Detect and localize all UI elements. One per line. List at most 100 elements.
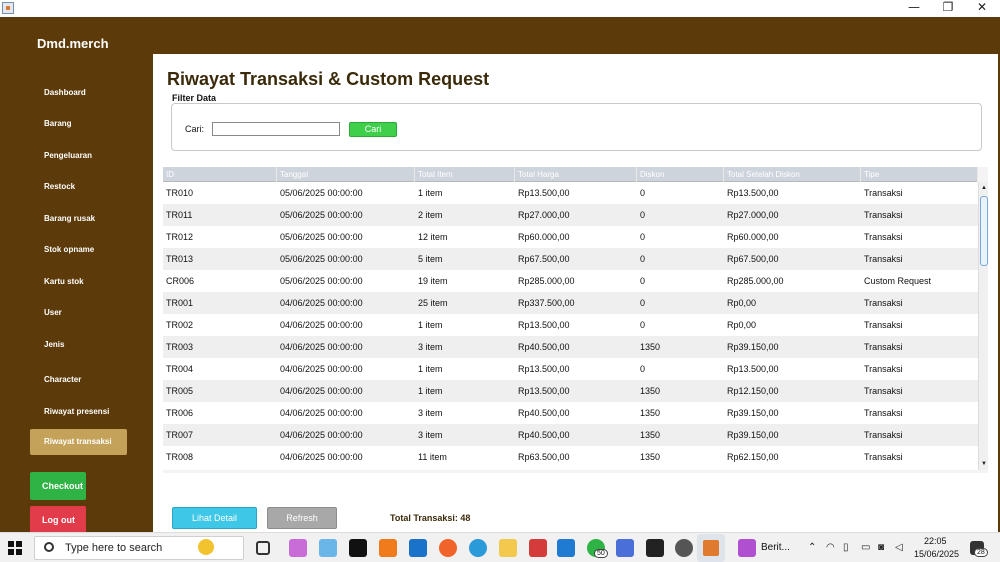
scroll-down-icon[interactable]: ▼: [979, 458, 989, 470]
logout-label: Log out: [42, 515, 75, 525]
search-button[interactable]: Cari: [349, 122, 397, 137]
minimize-button[interactable]: —: [897, 0, 931, 17]
scroll-thumb[interactable]: [980, 196, 988, 266]
cell-diskon: 1350: [640, 386, 661, 396]
nav-item-user[interactable]: User: [44, 308, 62, 317]
cell-id: TR002: [166, 320, 194, 330]
windows-start-icon[interactable]: [8, 541, 22, 555]
task-view-icon[interactable]: [256, 541, 270, 555]
scroll-up-icon[interactable]: ▲: [979, 182, 989, 194]
cell-tanggal: 05/06/2025 00:00:00: [280, 276, 363, 286]
nav-item-barang-rusak[interactable]: Barang rusak: [44, 214, 95, 223]
cell-total-setelah-diskon: Rp13.500,00: [727, 364, 779, 374]
news-app-label[interactable]: Berit...: [761, 542, 790, 553]
cell-total-setelah-diskon: Rp62.150,00: [727, 452, 779, 462]
maximize-button[interactable]: ❐: [931, 0, 965, 17]
column-header-diskon[interactable]: Diskon: [637, 167, 724, 182]
column-header-tipe[interactable]: Tipe: [861, 167, 978, 182]
edge-icon[interactable]: [469, 539, 487, 557]
table-row[interactable]: TR007 04/06/2025 00:00:00 3 item Rp40.500,0…: [163, 424, 978, 446]
cell-tipe: Transaksi: [864, 430, 903, 440]
outlook-icon[interactable]: [409, 539, 427, 557]
capcut-icon[interactable]: [646, 539, 664, 557]
cell-diskon: 0: [640, 364, 646, 374]
xampp-icon[interactable]: [379, 539, 397, 557]
table-row[interactable]: TR012 05/06/2025 00:00:00 12 item Rp60.000,…: [163, 226, 978, 248]
nav-item-pengeluaran[interactable]: Pengeluaran: [44, 151, 92, 160]
table-row[interactable]: TR006 04/06/2025 00:00:00 3 item Rp40.500,0…: [163, 402, 978, 424]
volume-icon[interactable]: ◁: [895, 542, 903, 553]
column-header-total-item[interactable]: Total Item: [415, 167, 515, 182]
settings-gear-icon[interactable]: [675, 539, 693, 557]
column-header-total-harga[interactable]: Total Harga: [515, 167, 637, 182]
clock-date[interactable]: 15/06/2025: [914, 549, 959, 559]
table-row[interactable]: TR004 04/06/2025 00:00:00 1 item Rp13.500,0…: [163, 358, 978, 380]
cell-id: TR006: [166, 408, 194, 418]
battery-icon[interactable]: ▯: [843, 542, 849, 553]
column-header-tanggal[interactable]: Tanggal: [277, 167, 415, 182]
firefox-icon[interactable]: [439, 539, 457, 557]
wifi-icon[interactable]: ◠: [826, 542, 835, 553]
cell-id: TR007: [166, 430, 194, 440]
app-window: Dmd.merch Dashboard Barang Pengeluaran R…: [0, 17, 1000, 534]
checkout-button[interactable]: Checkout: [30, 472, 86, 500]
news-app-icon[interactable]: [738, 539, 756, 557]
tray-chevron-up-icon[interactable]: ⌃: [808, 542, 816, 553]
table-row[interactable]: TR002 04/06/2025 00:00:00 1 item Rp13.500,0…: [163, 314, 978, 336]
column-header-id[interactable]: ID: [163, 167, 277, 182]
cell-tipe: Transaksi: [864, 408, 903, 418]
terminal-icon[interactable]: [349, 539, 367, 557]
cell-tipe: Transaksi: [864, 298, 903, 308]
cell-id: TR005: [166, 386, 194, 396]
table-scrollbar[interactable]: ▲ ▼: [978, 182, 988, 470]
logout-button[interactable]: Log out: [30, 506, 86, 534]
refresh-button[interactable]: Refresh: [267, 507, 337, 529]
nav-item-restock[interactable]: Restock: [44, 182, 75, 191]
display-icon[interactable]: ▭: [861, 542, 870, 553]
cell-diskon: 0: [640, 232, 646, 242]
search-input[interactable]: [212, 122, 340, 136]
cell-id: TR012: [166, 232, 194, 242]
cell-tipe: Transaksi: [864, 188, 903, 198]
table-row[interactable]: TR013 05/06/2025 00:00:00 5 item Rp67.500,0…: [163, 248, 978, 270]
cell-total-setelah-diskon: Rp60.000,00: [727, 232, 779, 242]
cell-total-item: 1 item: [418, 188, 443, 198]
figma-icon[interactable]: [529, 539, 547, 557]
cell-id: TR004: [166, 364, 194, 374]
cell-tipe: Transaksi: [864, 232, 903, 242]
table-row[interactable]: TR003 04/06/2025 00:00:00 3 item Rp40.500,0…: [163, 336, 978, 358]
clock-time[interactable]: 22:05: [924, 536, 947, 546]
java-taskbar-app[interactable]: [697, 534, 725, 562]
table-row[interactable]: TR008 04/06/2025 00:00:00 11 item Rp63.500,…: [163, 446, 978, 468]
cell-total-item: 3 item: [418, 342, 443, 352]
cell-id: TR011: [166, 210, 193, 220]
weather-sparkle-icon[interactable]: [198, 539, 214, 555]
file-explorer-icon[interactable]: [499, 539, 517, 557]
nav-item-riwayat-presensi[interactable]: Riwayat presensi: [44, 407, 109, 416]
nav-item-kartu-stok[interactable]: Kartu stok: [44, 277, 84, 286]
cell-diskon: 1350: [640, 408, 661, 418]
cell-tipe: Transaksi: [864, 364, 903, 374]
vscode-icon[interactable]: [557, 539, 575, 557]
close-button[interactable]: ✕: [965, 0, 999, 17]
cell-total-item: 19 item: [418, 276, 448, 286]
nav-item-riwayat-transaksi[interactable]: Riwayat transaksi: [30, 429, 127, 455]
camera-icon[interactable]: ◙: [878, 542, 884, 553]
nav-item-dashboard[interactable]: Dashboard: [44, 88, 86, 97]
table-row[interactable]: TR001 04/06/2025 00:00:00 25 item Rp337.500…: [163, 292, 978, 314]
nav-item-stok-opname[interactable]: Stok opname: [44, 245, 94, 254]
nav-item-barang[interactable]: Barang: [44, 119, 72, 128]
nav-item-jenis[interactable]: Jenis: [44, 340, 64, 349]
cell-total-harga: Rp13.500,00: [518, 188, 570, 198]
table-row[interactable]: TR010 05/06/2025 00:00:00 1 item Rp13.500,0…: [163, 182, 978, 204]
column-header-total-setelah-diskon[interactable]: Total Setelah Diskon: [724, 167, 861, 182]
lihat-detail-button[interactable]: Lihat Detail: [172, 507, 257, 529]
table-row[interactable]: TR011 05/06/2025 00:00:00 2 item Rp27.000,0…: [163, 204, 978, 226]
nav-item-character[interactable]: Character: [44, 375, 81, 384]
virtualbox-icon[interactable]: [616, 539, 634, 557]
cell-total-item: 1 item: [418, 386, 443, 396]
copilot-icon[interactable]: [289, 539, 307, 557]
app-icon[interactable]: [319, 539, 337, 557]
table-row[interactable]: CR006 05/06/2025 00:00:00 19 item Rp285.000…: [163, 270, 978, 292]
table-row[interactable]: TR005 04/06/2025 00:00:00 1 item Rp13.500,0…: [163, 380, 978, 402]
